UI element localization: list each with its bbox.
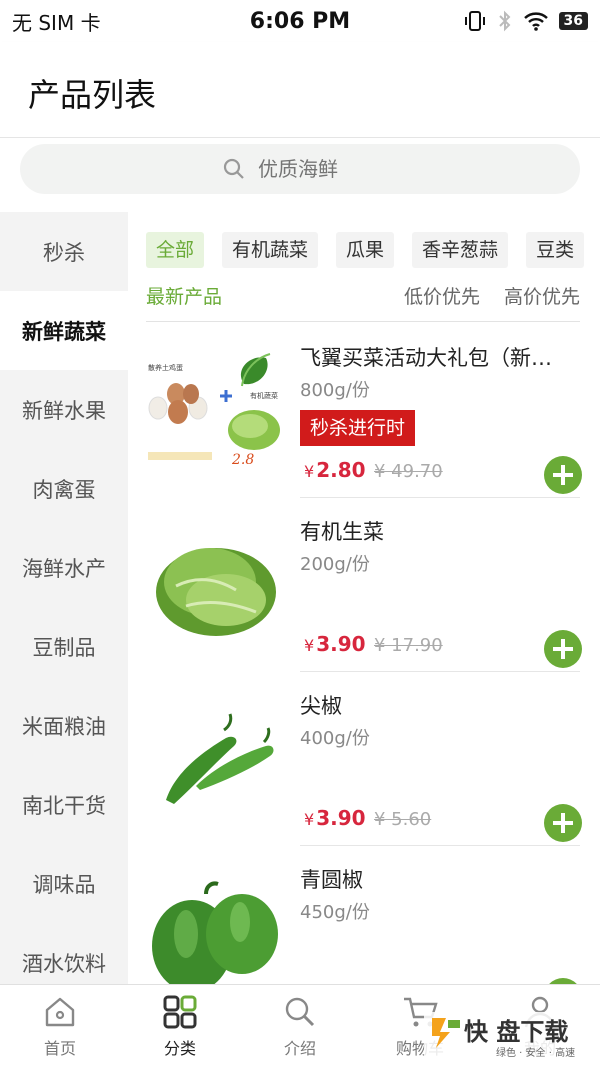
product-item[interactable]: 青圆椒 450g/份 [128, 846, 600, 986]
product-spec: 800g/份 [300, 380, 370, 401]
wifi-icon [523, 12, 548, 31]
sidebar-item-grain-oil[interactable]: 米面粮油 [0, 686, 128, 765]
sidebar-item-dry-goods[interactable]: 南北干货 [0, 765, 128, 844]
watermark-text: 快 盘下载 [464, 1018, 569, 1046]
battery-indicator: 36 [558, 12, 588, 30]
chip-organic-vegetables[interactable]: 有机蔬菜 [222, 232, 319, 268]
bundle-veg-label: 有机蔬菜 [250, 391, 278, 400]
product-image [146, 516, 284, 654]
watermark-logo-icon [432, 1018, 460, 1048]
product-item[interactable]: 有机生菜 200g/份 ¥3.90 ¥ 17.90 [128, 498, 600, 672]
currency-symbol: ¥ [304, 810, 315, 829]
product-price: ¥3.90 [304, 806, 366, 830]
chip-herbs-garlic[interactable]: 香辛葱蒜 [412, 232, 509, 268]
status-bar: 无 SIM 卡 6:06 PM 36 [0, 0, 600, 42]
product-item[interactable]: 尖椒 400g/份 ¥3.90 ¥ 5.60 [128, 672, 600, 846]
watermark: 快 盘下载 绿色 · 安全 · 高速 [424, 1012, 594, 1062]
sort-high-price[interactable]: 高价优先 [504, 282, 580, 309]
sidebar-item-fresh-fruit[interactable]: 新鲜水果 [0, 370, 128, 449]
status-icons: 36 [463, 9, 588, 33]
sort-newest[interactable]: 最新产品 [146, 282, 222, 309]
bundle-eggs-label: 散养土鸡蛋 [148, 363, 183, 372]
product-panel: 全部 有机蔬菜 瓜果 香辛葱蒜 豆类 最新产品 低价优先 高价优先 散养土鸡蛋 … [128, 212, 600, 986]
sidebar-item-tofu[interactable]: 豆制品 [0, 607, 128, 686]
sort-low-price[interactable]: 低价优先 [404, 282, 480, 309]
carrier-label: 无 SIM 卡 [12, 10, 101, 35]
chip-melons-fruits[interactable]: 瓜果 [336, 232, 395, 268]
search-icon [285, 997, 315, 1027]
add-to-cart-button[interactable] [544, 456, 582, 494]
watermark-subtext: 绿色 · 安全 · 高速 [496, 1048, 576, 1059]
original-price: ¥ 17.90 [374, 635, 443, 656]
product-image [146, 864, 284, 986]
page-header: 产品列表 [0, 42, 600, 138]
product-item[interactable]: 散养土鸡蛋 有机蔬菜 2.8 飞翼买菜活动大礼包（新… 800g/份 秒杀进行时… [128, 324, 600, 498]
product-spec: 450g/份 [300, 902, 370, 923]
chip-beans[interactable]: 豆类 [526, 232, 585, 268]
sort-bar: 最新产品 低价优先 高价优先 [146, 282, 580, 322]
currency-symbol: ¥ [304, 462, 315, 481]
grid-icon [163, 995, 197, 1029]
product-price: ¥3.90 [304, 632, 366, 656]
product-image: 散养土鸡蛋 有机蔬菜 2.8 [146, 342, 284, 480]
sidebar-item-fresh-vegetables[interactable]: 新鲜蔬菜 [0, 291, 128, 370]
price-value: 2.80 [316, 458, 366, 482]
vibrate-icon [464, 11, 485, 31]
sidebar-item-drinks[interactable]: 酒水饮料 [0, 923, 128, 986]
add-to-cart-button[interactable] [544, 804, 582, 842]
price-value: 3.90 [316, 632, 366, 656]
bundle-price-label: 2.8 [231, 452, 254, 468]
sidebar-item-seafood[interactable]: 海鲜水产 [0, 528, 128, 607]
sidebar-item-miaosha[interactable]: 秒杀 [0, 212, 128, 291]
product-name[interactable]: 尖椒 [300, 690, 580, 720]
tab-intro[interactable]: 介绍 [240, 985, 360, 1067]
tab-label: 介绍 [283, 1039, 316, 1058]
original-price: ¥ 5.60 [374, 809, 432, 830]
product-name[interactable]: 青圆椒 [300, 864, 580, 894]
bluetooth-icon [498, 10, 510, 32]
home-icon [45, 997, 75, 1027]
product-spec: 400g/份 [300, 728, 370, 749]
search-bar[interactable] [20, 144, 580, 194]
price-value: 3.90 [316, 806, 366, 830]
product-name[interactable]: 飞翼买菜活动大礼包（新… [300, 342, 580, 372]
tab-category[interactable]: 分类 [120, 985, 240, 1067]
product-price: ¥2.80 [304, 458, 366, 482]
search-input[interactable] [258, 157, 378, 181]
search-icon [223, 158, 244, 179]
flash-sale-badge: 秒杀进行时 [300, 410, 416, 446]
original-price: ¥ 49.70 [374, 461, 443, 482]
category-sidebar: 秒杀 新鲜蔬菜 新鲜水果 肉禽蛋 海鲜水产 豆制品 米面粮油 南北干货 调味品 … [0, 212, 128, 986]
product-name[interactable]: 有机生菜 [300, 516, 580, 546]
tab-home[interactable]: 首页 [0, 985, 120, 1067]
search-area [0, 138, 600, 212]
tab-label: 首页 [43, 1039, 76, 1058]
subcategory-chips: 全部 有机蔬菜 瓜果 香辛葱蒜 豆类 [146, 232, 585, 268]
tab-label: 分类 [163, 1039, 196, 1058]
product-image [146, 690, 284, 828]
page-title: 产品列表 [28, 76, 157, 114]
chip-all[interactable]: 全部 [146, 232, 205, 268]
product-spec: 200g/份 [300, 554, 370, 575]
sidebar-item-meat-eggs[interactable]: 肉禽蛋 [0, 449, 128, 528]
currency-symbol: ¥ [304, 636, 315, 655]
sidebar-item-seasoning[interactable]: 调味品 [0, 844, 128, 923]
add-to-cart-button[interactable] [544, 630, 582, 668]
